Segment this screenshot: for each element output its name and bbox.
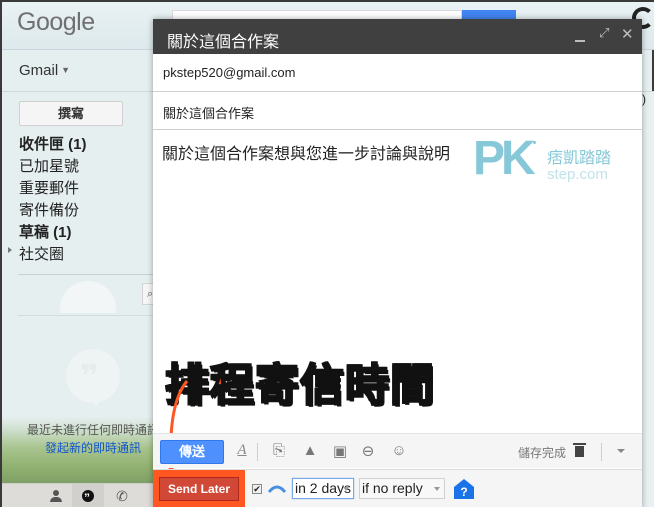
delay-select[interactable]: in 2 days xyxy=(292,478,354,499)
compose-button[interactable]: 撰寫 xyxy=(19,101,123,126)
hangouts-avatar xyxy=(60,281,116,313)
divider xyxy=(18,274,154,275)
sidebar-item-starred[interactable]: 已加星號 xyxy=(19,156,87,178)
photo-icon[interactable]: ▣ xyxy=(331,442,349,460)
trash-icon[interactable] xyxy=(573,443,586,457)
chevron-up-icon[interactable] xyxy=(267,482,287,494)
expand-arrow-icon[interactable] xyxy=(8,247,12,253)
chevron-down-icon: ▼ xyxy=(61,65,71,75)
compose-toolbar: 傳送 A ⎘ ▲ ▣ ⊖ ☺ 儲存完成 xyxy=(153,433,642,468)
compose-title: 關於這個合作案 xyxy=(167,34,280,51)
hangouts-logo-icon: ❞ xyxy=(66,349,120,407)
send-button[interactable]: 傳送 xyxy=(160,440,224,464)
help-glyph: ? xyxy=(460,485,467,499)
compose-header[interactable]: 關於這個合作案 ⤢ ✕ xyxy=(153,19,642,54)
watermark-pk: PK xyxy=(473,132,536,185)
emoji-icon[interactable]: ☺ xyxy=(390,442,408,459)
hangouts-icon xyxy=(82,486,94,507)
link-icon[interactable]: ⊖ xyxy=(359,442,377,460)
sidebar-item-sent[interactable]: 寄件備份 xyxy=(19,200,87,222)
apps-grid-icon[interactable] xyxy=(596,14,610,45)
help-envelope-icon[interactable]: ? xyxy=(453,478,475,500)
sidebar-nav: 收件匣 (1) 已加星號 重要郵件 寄件備份 草稿 (1) 社交圈 xyxy=(19,134,87,266)
sidebar-item-inbox[interactable]: 收件匣 (1) xyxy=(19,134,87,156)
dropdown-arrow-icon xyxy=(434,487,440,491)
to-field[interactable]: pkstep520@gmail.com xyxy=(163,65,295,80)
divider xyxy=(18,315,154,316)
body-text: 關於這個合作案想與您進一步討論與說明 xyxy=(162,146,451,163)
attach-icon[interactable]: ⎘ xyxy=(270,442,288,459)
dropdown-arrow-icon xyxy=(343,487,349,491)
send-later-checkbox[interactable]: ✔ xyxy=(252,484,262,494)
gmail-app-menu[interactable]: Gmail ▼ xyxy=(19,62,70,79)
minimize-icon[interactable] xyxy=(575,40,585,42)
more-options-icon[interactable] xyxy=(617,449,625,453)
google-logo[interactable]: Google xyxy=(17,8,95,37)
hangouts-tab[interactable] xyxy=(72,484,104,507)
footprint-icon xyxy=(525,131,539,144)
toolbar-divider xyxy=(601,443,602,461)
phone-icon: ✆ xyxy=(116,488,128,504)
contacts-tab[interactable] xyxy=(40,484,72,507)
send-later-bar: Send Later ✔ in 2 days if no reply ? xyxy=(153,469,642,507)
sidebar-item-important[interactable]: 重要郵件 xyxy=(19,178,87,200)
to-row: pkstep520@gmail.com xyxy=(153,54,642,92)
compose-window: 關於這個合作案 ⤢ ✕ pkstep520@gmail.com 關於這個合作案 … xyxy=(153,19,642,507)
no-recent-chats-text: 最近未進行任何即時通訊 xyxy=(27,423,154,437)
send-later-button[interactable]: Send Later xyxy=(159,477,239,501)
person-icon xyxy=(50,490,62,502)
subject-row: 關於這個合作案 xyxy=(153,92,642,130)
condition-select[interactable]: if no reply xyxy=(359,478,445,499)
gmail-menu-label: Gmail xyxy=(19,62,59,79)
inbox-peek-text: ) xyxy=(642,92,646,106)
condition-value: if no reply xyxy=(362,480,423,496)
drive-icon[interactable]: ▲ xyxy=(301,442,319,459)
subject-field[interactable]: 關於這個合作案 xyxy=(163,103,254,122)
sidebar-item-drafts[interactable]: 草稿 (1) xyxy=(19,222,87,244)
toolbar-divider xyxy=(257,443,258,461)
inbox-edge xyxy=(642,92,654,507)
formatting-icon[interactable]: A xyxy=(233,442,251,459)
close-icon[interactable]: ✕ xyxy=(621,25,634,43)
watermark-cn: 痞凱踏踏 xyxy=(547,150,612,167)
watermark-logo: PK 痞凱踏踏 step.com xyxy=(473,134,633,194)
start-new-chat-link[interactable]: 發起新的即時通訊 xyxy=(45,439,141,456)
chat-tab-bar: ✆ xyxy=(2,483,154,507)
saved-status: 儲存完成 xyxy=(518,446,567,460)
expand-icon[interactable]: ⤢ xyxy=(599,25,609,41)
phone-tab[interactable]: ✆ xyxy=(106,484,138,507)
watermark-en: step.com xyxy=(547,166,608,183)
sidebar-item-circles[interactable]: 社交圈 xyxy=(19,244,87,266)
